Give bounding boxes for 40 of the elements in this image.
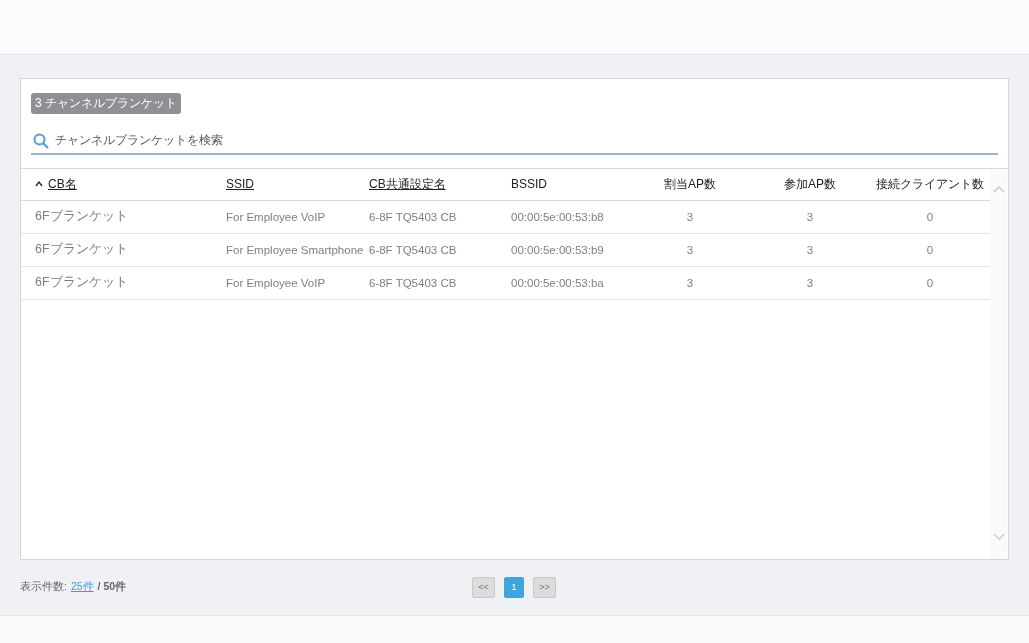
previous-page-button[interactable]: << [472, 576, 495, 598]
page-button[interactable]: 1 [504, 576, 524, 598]
table-cell: 6Fブランケット [35, 274, 128, 292]
scrollbar[interactable] [990, 168, 1007, 559]
table-cell: 00:00:5e:00:53:b8 [511, 210, 604, 223]
table-cell: For Employee VoIP [226, 210, 326, 223]
search-icon [33, 132, 49, 149]
column-header[interactable]: CB共通設定名 [369, 175, 446, 193]
table-cell: 3 [806, 210, 814, 223]
total-count: / 50件 [97, 580, 127, 595]
table-cell: 6Fブランケット [35, 241, 128, 259]
table-cell: 3 [686, 243, 694, 256]
column-header: 参加AP数 [784, 175, 836, 193]
column-header: BSSID [511, 177, 547, 192]
next-page-button[interactable]: >> [533, 576, 556, 598]
table-cell: For Employee VoIP [226, 276, 326, 289]
table-cell: 3 [806, 243, 814, 256]
page-size-label: 表示件数: [20, 580, 67, 595]
table-cell: 3 [686, 276, 694, 289]
table-cell: 0 [926, 276, 934, 289]
page-size-link[interactable]: 25件 [70, 580, 94, 595]
table-cell: 3 [806, 276, 814, 289]
table-cell: 6-8F TQ5403 CB [369, 210, 457, 223]
column-header: 割当AP数 [664, 175, 716, 193]
search-field[interactable]: チャンネルブランケットを検索 [31, 126, 998, 155]
table-cell: 6Fブランケット [35, 208, 128, 226]
table-cell: 00:00:5e:00:53:b9 [511, 243, 604, 256]
table-cell: For Employee Smartphone [226, 243, 364, 256]
table-cell: 00:00:5e:00:53:ba [511, 276, 604, 289]
table-cell: 6-8F TQ5403 CB [369, 243, 457, 256]
chevron-up-icon[interactable] [992, 184, 1005, 193]
table-cell: 0 [926, 243, 934, 256]
table-cell: 3 [686, 210, 694, 223]
column-header[interactable]: SSID [226, 177, 254, 192]
column-header[interactable]: CB名 [48, 175, 77, 193]
table-cell: 6-8F TQ5403 CB [369, 276, 457, 289]
column-header: 接続クライアント数 [876, 175, 984, 193]
count-badge: 3 チャンネルブランケット [31, 92, 181, 114]
chevron-down-icon[interactable] [992, 532, 1005, 541]
table-cell: 0 [926, 210, 934, 223]
